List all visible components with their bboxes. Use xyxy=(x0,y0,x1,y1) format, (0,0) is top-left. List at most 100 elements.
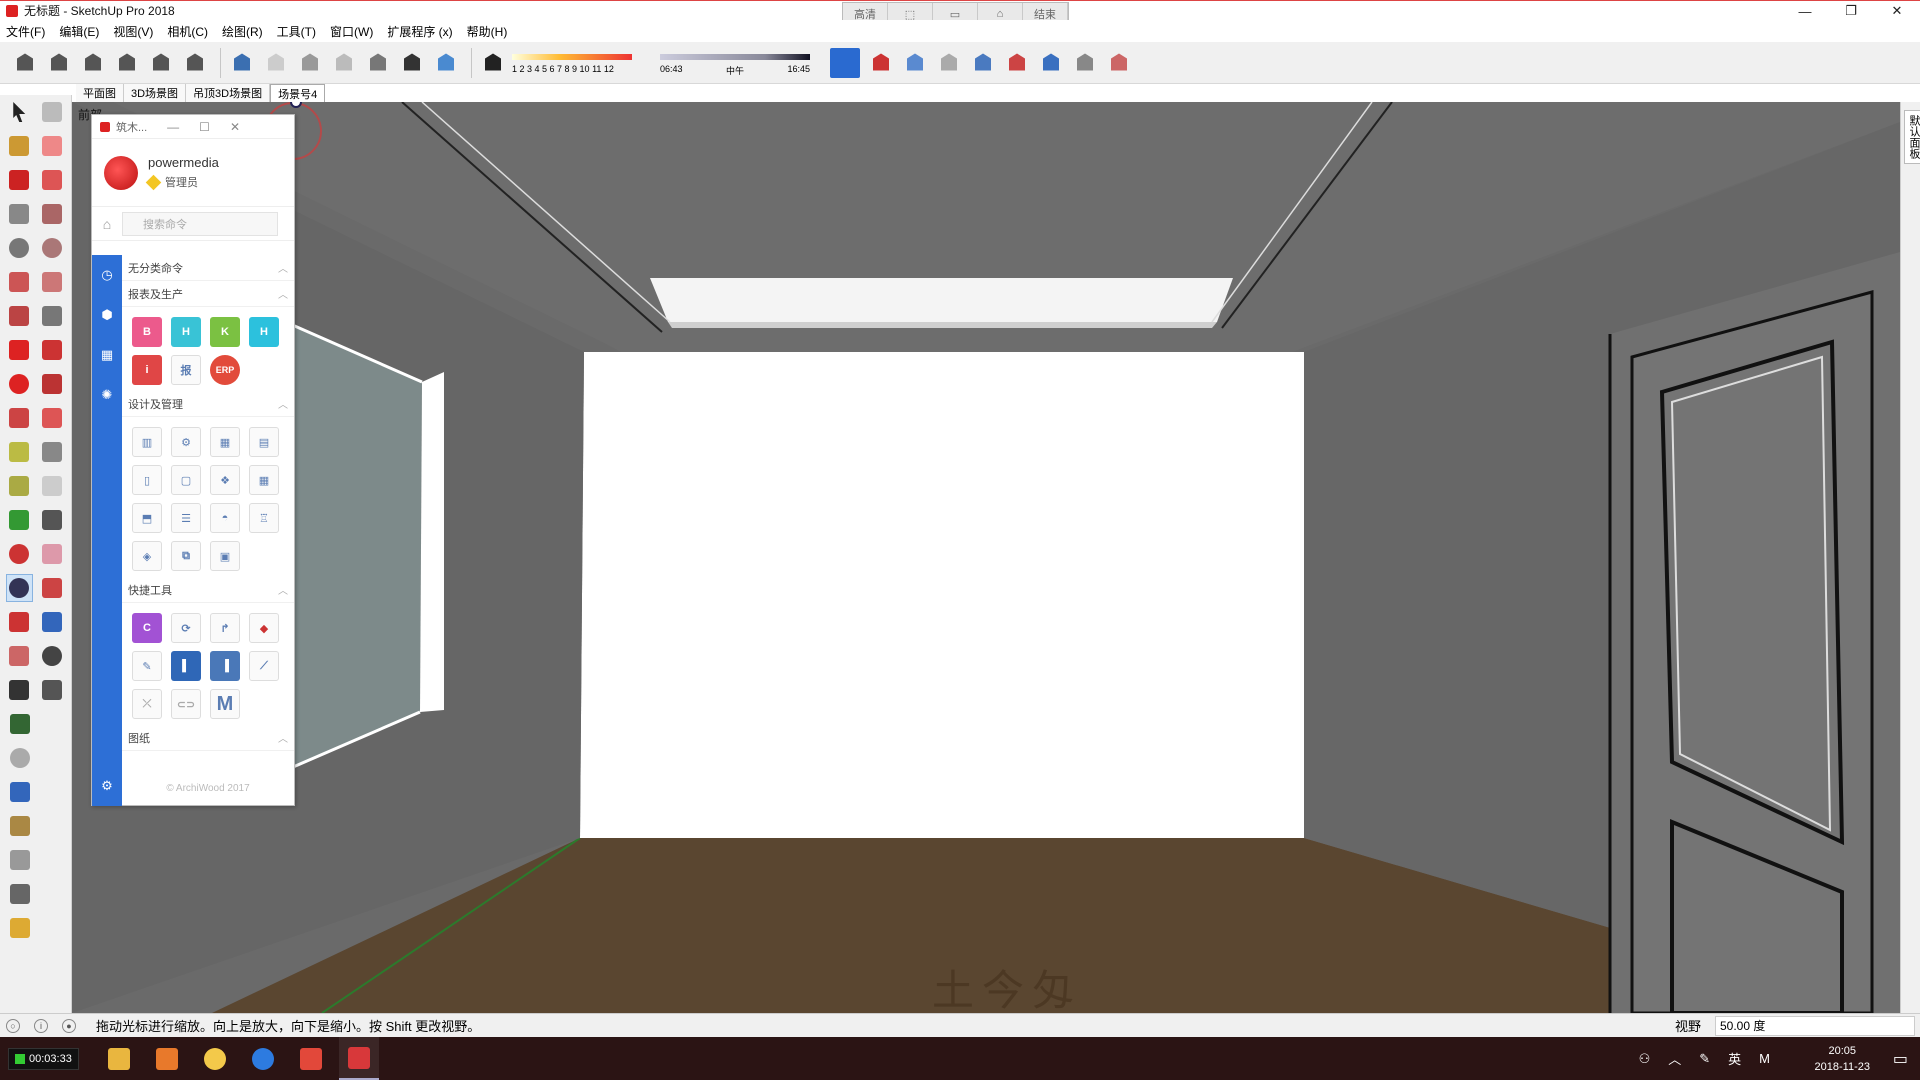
previous-view-tool[interactable] xyxy=(39,608,66,636)
menu-draw[interactable]: 绘图(R) xyxy=(222,23,263,40)
quick-dimension-button[interactable]: ⟋ xyxy=(249,651,279,681)
section-design[interactable]: 设计及管理 ︿ xyxy=(122,391,294,417)
zoom-tool[interactable] xyxy=(6,574,33,602)
home-button[interactable]: ⌂ xyxy=(92,207,122,241)
archiwood-info-button[interactable] xyxy=(830,47,860,78)
tray-m-icon[interactable]: M xyxy=(1759,1051,1770,1066)
walk-tool[interactable] xyxy=(6,676,33,704)
measure-plugin-button[interactable] xyxy=(900,48,930,78)
quick-dimension-off-button[interactable]: ⤫ xyxy=(132,689,162,719)
select-tool[interactable] xyxy=(6,98,33,126)
wireframe-button[interactable] xyxy=(295,48,325,78)
axes-tool[interactable] xyxy=(6,506,33,534)
quick-pushpull-button[interactable]: ◆ xyxy=(249,613,279,643)
geo-location-icon[interactable]: ○ xyxy=(6,1018,20,1033)
zoom-extents-tool[interactable] xyxy=(6,608,33,636)
door-panel-button[interactable]: ▯ xyxy=(132,465,162,495)
scene-tab-3d[interactable]: 3D场景图 xyxy=(124,84,187,102)
minimize-button[interactable]: — xyxy=(1782,1,1828,21)
quick-refresh-button[interactable]: ⟳ xyxy=(171,613,201,643)
section-drawings[interactable]: 图纸 ︿ xyxy=(122,725,294,751)
taskbar-app-red[interactable] xyxy=(291,1037,331,1080)
grid-layout-button[interactable]: ▦ xyxy=(249,465,279,495)
report-h2-button[interactable]: H xyxy=(249,317,279,347)
panel-tool-3-button[interactable] xyxy=(1036,48,1066,78)
taskbar-file-explorer[interactable] xyxy=(99,1037,139,1080)
people-icon[interactable]: ⚇ xyxy=(1639,1051,1651,1067)
extension-warehouse-tool[interactable] xyxy=(6,812,34,840)
cabinet-button[interactable]: ▦ xyxy=(210,427,240,457)
front-view-button[interactable] xyxy=(78,48,108,78)
zoom-window-tool[interactable] xyxy=(39,574,65,602)
circle-tool[interactable] xyxy=(6,234,33,262)
back-edges-button[interactable] xyxy=(261,48,291,78)
maximize-button[interactable]: ❐ xyxy=(1828,1,1874,21)
plugin-close-button[interactable]: ✕ xyxy=(230,120,240,134)
sidebar-config[interactable]: ⚙ xyxy=(92,766,122,806)
3d-viewport[interactable]: 前部 土今匁 xyxy=(72,102,1900,1013)
move-tool[interactable] xyxy=(6,336,33,364)
arc-tool[interactable] xyxy=(6,268,33,296)
shadow-month-slider[interactable]: 1 2 3 4 5 6 7 8 9 10 11 12 xyxy=(512,48,652,78)
quick-c-button[interactable]: C xyxy=(132,613,162,643)
badge-tool[interactable] xyxy=(6,914,34,942)
paint-bucket-tool[interactable] xyxy=(6,132,33,160)
protractor-tool[interactable] xyxy=(6,472,33,500)
offset-tool[interactable] xyxy=(39,404,66,432)
layout-send-tool[interactable] xyxy=(6,880,34,908)
back-view-button[interactable] xyxy=(146,48,176,78)
menu-help[interactable]: 帮助(H) xyxy=(467,23,508,40)
look-around-tool[interactable] xyxy=(39,642,66,670)
settings-button[interactable]: ⚙ xyxy=(171,427,201,457)
menu-tools[interactable]: 工具(T) xyxy=(277,23,316,40)
follow-me-tool[interactable] xyxy=(39,370,66,398)
layout-button[interactable]: ▤ xyxy=(249,427,279,457)
parts-button[interactable]: ❖ xyxy=(210,465,240,495)
sidebar-components[interactable]: ⬢ xyxy=(92,295,122,335)
taskbar-maps[interactable] xyxy=(243,1037,283,1080)
info-icon[interactable]: i xyxy=(34,1018,48,1033)
taskbar-app-cat[interactable] xyxy=(195,1037,235,1080)
polygon-tool[interactable] xyxy=(39,234,66,262)
top-view-button[interactable] xyxy=(44,48,74,78)
report-k-button[interactable]: K xyxy=(210,317,240,347)
pan-tool[interactable] xyxy=(39,540,66,568)
section-uncategorized[interactable]: 无分类命令 ︿ xyxy=(122,255,294,281)
measurement-input[interactable]: 50.00 度 xyxy=(1715,1015,1915,1036)
recorder-widget[interactable]: 00:03:33 xyxy=(8,1047,79,1070)
right-view-button[interactable] xyxy=(112,48,142,78)
push-pull-plugin-button[interactable] xyxy=(866,48,896,78)
section-plane-tool[interactable] xyxy=(39,676,66,704)
scene-tab-ceiling-3d[interactable]: 吊顶3D场景图 xyxy=(186,84,271,102)
menu-file[interactable]: 文件(F) xyxy=(6,23,45,40)
textured-button[interactable] xyxy=(397,48,427,78)
iso-view-button[interactable] xyxy=(10,48,40,78)
shelf-button[interactable]: ☰ xyxy=(171,503,201,533)
input-method[interactable]: 英 xyxy=(1728,1049,1741,1068)
pen-icon[interactable]: ✎ xyxy=(1699,1051,1710,1067)
report-h-button[interactable]: H xyxy=(171,317,201,347)
report-b-button[interactable]: B xyxy=(132,317,162,347)
default-tray-tab[interactable]: 默认面板 xyxy=(1900,102,1920,1013)
text-tool[interactable] xyxy=(39,472,66,500)
panel-layout-button[interactable]: ▥ xyxy=(132,427,162,457)
erp-button[interactable]: ERP xyxy=(210,355,240,385)
xray-button[interactable] xyxy=(227,48,257,78)
quick-panel2-button[interactable]: ▐ xyxy=(210,651,240,681)
push-pull-tool[interactable] xyxy=(39,336,66,364)
component-tool[interactable] xyxy=(39,98,66,126)
frame-button[interactable]: ▢ xyxy=(171,465,201,495)
orbit-tool[interactable] xyxy=(6,540,33,568)
chevron-up-icon[interactable]: ︿ xyxy=(1668,1049,1681,1068)
pie-tool[interactable] xyxy=(39,302,66,330)
plugin-minimize-button[interactable]: — xyxy=(167,120,179,134)
plugin-maximize-button[interactable]: ☐ xyxy=(199,120,210,134)
quick-panel-button[interactable]: ▌ xyxy=(171,651,201,681)
two-point-arc-tool[interactable] xyxy=(39,268,66,296)
taskbar-sketchup[interactable] xyxy=(338,1037,379,1080)
menu-view[interactable]: 视图(V) xyxy=(113,23,153,40)
box-button[interactable]: ⬒ xyxy=(132,503,162,533)
3d-text-tool[interactable] xyxy=(39,506,66,534)
quick-m-button[interactable]: M xyxy=(210,689,240,719)
shaded-button[interactable] xyxy=(363,48,393,78)
